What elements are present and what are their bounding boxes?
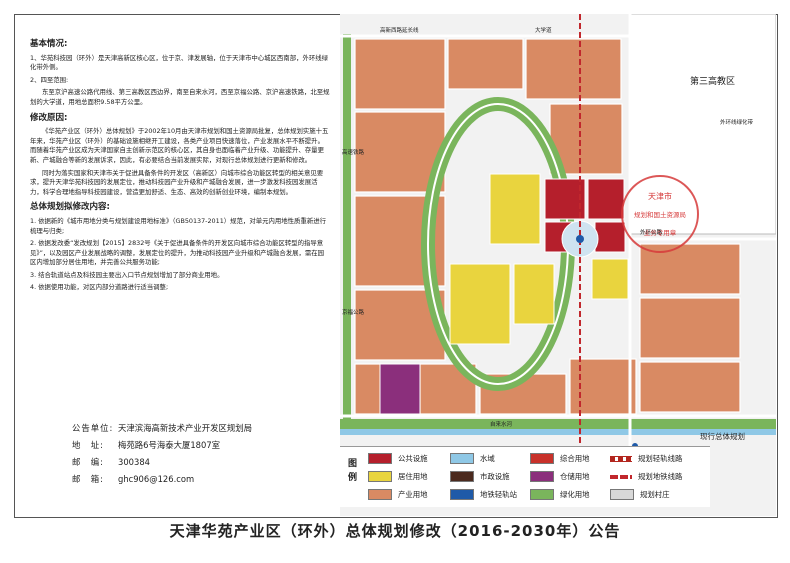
- legend-label: 市政设施: [480, 472, 510, 481]
- notice-block: 公告单位: 天津滨海高新技术产业开发区规划局 地 址: 梅苑路6号海泰大厦1807室…: [72, 420, 252, 488]
- legend-label: 居住用地: [398, 472, 428, 481]
- south-green-strip: [340, 419, 776, 429]
- content-item-3: 3. 结合轨道站点及科技园主要出入口节点规划增加了部分商业用地。: [30, 270, 224, 279]
- legend-swatch: [368, 489, 392, 500]
- legend-label: 综合用地: [560, 454, 590, 463]
- west-green-strip: [343, 34, 351, 424]
- legend-label: 地铁轻轨站: [480, 490, 517, 499]
- legend-swatch: [368, 453, 392, 464]
- legend-item: 绿化用地: [530, 489, 590, 500]
- label-north-road: 大学道: [535, 26, 552, 34]
- legend-item: 规划地铁线路: [610, 471, 682, 482]
- legend-swatch: [610, 455, 632, 462]
- legend-label: 公共设施: [398, 454, 428, 463]
- basic-item-1: 1、华苑科技园（环外）是天津高新区核心区，位于京、津发展轴，位于天津市中心城区西…: [30, 53, 329, 72]
- notice-unit-value: 天津滨海高新技术产业开发区规划局: [118, 423, 252, 433]
- legend-item: 居住用地: [368, 471, 428, 482]
- legend-item: 水域: [450, 453, 495, 464]
- content-title: 总体规划拟修改内容:: [30, 202, 110, 213]
- basic-title: 基本情况:: [30, 39, 68, 49]
- basic-item-3: 东至京沪高速公路代用线、第三高教区西边界，南至自来水河，西至京福公路、京沪高速铁…: [30, 88, 330, 106]
- legend-swatch: [530, 489, 554, 500]
- label-center-road: 外环公路: [640, 228, 663, 236]
- legend-item: 地铁轻轨站: [450, 489, 517, 500]
- stamp-text-mid: 规划和国土资源局: [634, 210, 686, 219]
- stamp-text-top: 天津市: [648, 191, 672, 201]
- legend-swatch: [610, 474, 632, 479]
- legend-caption: 图例: [348, 459, 358, 483]
- legend-item: 综合用地: [530, 453, 590, 464]
- legend-label: 绿化用地: [560, 490, 590, 499]
- legend-swatch: [530, 471, 554, 482]
- metro-station: [576, 235, 584, 243]
- legend-item: 市政设施: [450, 471, 510, 482]
- page-title: 天津华苑产业区（环外）总体规划修改（2016-2030年）公告: [169, 522, 621, 540]
- notice-email-key: 邮 箱:: [72, 474, 104, 484]
- text-panel: 基本情况: 1、华苑科技园（环外）是天津高新区核心区，位于京、津发展轴，位于天津…: [30, 39, 330, 296]
- map-legend: 图例 公共设施 水域 综合用地 规划轻轨线路居住用地 市政设施 仓储用地 规划地铁线路产业用…: [340, 446, 710, 507]
- legend-swatch: [450, 471, 474, 482]
- notice-unit-key: 公告单位:: [72, 423, 114, 433]
- land-use-map: 天津市 规划和国土资源局 业务专用章 高新西路延长线 大学道 第三高教区 外环线…: [340, 14, 776, 516]
- notice-zip-value: 300384: [118, 457, 150, 467]
- east-zone-area: [629, 14, 776, 235]
- legend-item: 产业用地: [368, 489, 428, 500]
- legend-swatch: [610, 489, 634, 500]
- content-item-1: 1. 依据新的《城市用地分类与规划建设用地标准》（GB50137-2011）规范…: [30, 216, 327, 235]
- legend-item: 公共设施: [368, 453, 428, 464]
- reason-para-1: 《华苑产业区（环外）总体规划》于2002年10月由天津市规划和国土资源局批复，总…: [30, 127, 329, 164]
- label-east-road: 外环线绿化带: [720, 118, 754, 126]
- notice-email-value: ghc906@126.com: [118, 474, 195, 484]
- label-east-zone: 第三高教区: [690, 75, 735, 87]
- legend-item: 规划轻轨线路: [610, 453, 682, 464]
- legend-label: 水域: [480, 454, 495, 463]
- legend-label: 产业用地: [398, 490, 428, 499]
- reason-para-2: 同时为落实国家和天津市关于促进具备条件的开发区（高新区）向城市综合功能区转型的相…: [30, 168, 324, 196]
- legend-item: 规划村庄: [610, 489, 670, 500]
- legend-swatch: [368, 471, 392, 482]
- basic-item-2: 2、四至范围:: [30, 75, 69, 84]
- legend-swatch: [450, 489, 474, 500]
- legend-label: 规划轻轨线路: [638, 454, 683, 463]
- legend-item: 仓储用地: [530, 471, 590, 482]
- legend-label: 规划村庄: [640, 490, 670, 499]
- label-current-plan: 现行总体规划: [700, 431, 745, 441]
- notice-address-key: 地 址:: [72, 440, 104, 450]
- content-item-4: 4. 依据使用功能，对区内部分道路进行适当调整;: [30, 283, 169, 292]
- label-south-river: 自来水河: [490, 420, 513, 428]
- reason-title: 修改原因:: [30, 112, 68, 123]
- notice-address-value: 梅苑路6号海泰大厦1807室: [118, 440, 221, 450]
- legend-label: 仓储用地: [560, 472, 590, 481]
- label-north-left: 高新西路延长线: [380, 26, 419, 34]
- warehouse-block: [379, 363, 421, 415]
- legend-swatch: [530, 453, 554, 464]
- notice-zip-key: 邮 编:: [72, 457, 104, 467]
- label-west-rail: 高速铁路: [342, 148, 365, 156]
- label-west-road: 京福公路: [342, 308, 365, 316]
- legend-label: 规划地铁线路: [638, 472, 683, 481]
- content-item-2: 2. 依据发改委“发改规划【2015】2832号《关于促进具备条件的开发区向城市…: [30, 239, 325, 267]
- legend-swatch: [450, 453, 474, 464]
